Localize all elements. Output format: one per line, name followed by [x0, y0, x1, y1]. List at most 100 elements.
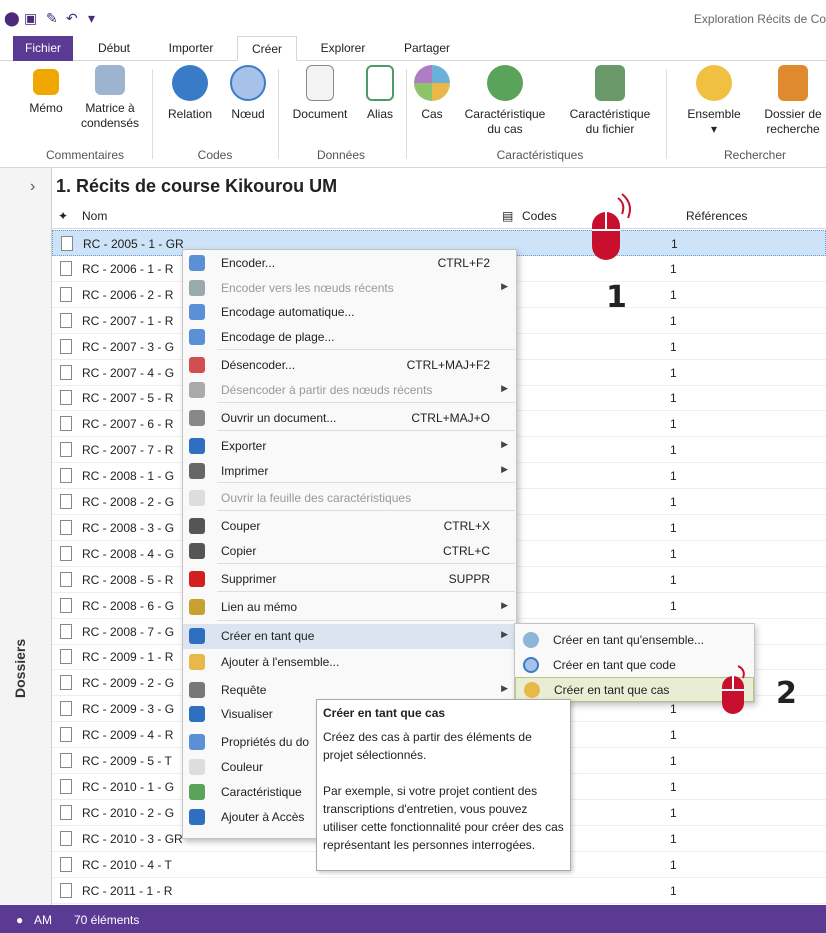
- status-user: AM: [34, 913, 52, 927]
- table-row[interactable]: RC - 2011 - 1 - R 1: [52, 878, 826, 904]
- node-button[interactable]: Nœud: [224, 65, 272, 122]
- sidebar-label[interactable]: Dossiers: [12, 639, 28, 698]
- tab-creer[interactable]: Créer: [237, 36, 297, 61]
- row-name: RC - 2007 - 3 - G: [82, 339, 175, 354]
- context-menu-item[interactable]: Encodage de plage...: [183, 325, 516, 350]
- row-codes-count: 1: [670, 417, 677, 432]
- context-menu-item[interactable]: Ajouter à l'ensemble...: [183, 650, 516, 675]
- context-menu-item[interactable]: Créer en tant que ▶: [183, 624, 516, 649]
- relation-button[interactable]: Relation: [162, 65, 218, 122]
- memo-icon: [33, 69, 59, 95]
- document-icon: [60, 753, 72, 768]
- tab-debut[interactable]: Début: [90, 36, 138, 61]
- document-icon: [60, 804, 72, 820]
- menu-item-label: Exporter: [221, 439, 267, 453]
- search-folder-button[interactable]: Dossier de recherche: [756, 65, 826, 137]
- row-name: RC - 2009 - 5 - T: [82, 754, 172, 768]
- context-menu-item[interactable]: Ouvrir un document... CTRL+MAJ+O: [183, 406, 516, 431]
- status-count: 70 éléments: [74, 913, 140, 927]
- row-name: RC - 2008 - 1 - G: [82, 469, 175, 484]
- document-button[interactable]: Document: [286, 65, 354, 122]
- tab-explorer[interactable]: Explorer: [313, 36, 373, 61]
- case-button[interactable]: Cas: [414, 65, 450, 122]
- context-menu-item[interactable]: Encoder... CTRL+F2: [183, 251, 516, 276]
- save-icon[interactable]: ▣: [24, 10, 37, 27]
- column-header-references[interactable]: Références: [686, 209, 747, 223]
- tab-fichier[interactable]: Fichier: [13, 36, 73, 61]
- app-logo-icon: ⬤: [4, 10, 20, 26]
- row-name: RC - 2008 - 2 - G: [82, 495, 175, 509]
- alias-button[interactable]: Alias: [360, 65, 400, 122]
- document-icon: [60, 778, 72, 794]
- menu-item-icon: [189, 518, 205, 534]
- context-menu-item[interactable]: Désencoder à partir des nœuds récents ▶: [183, 378, 516, 403]
- menu-separator: [217, 349, 515, 350]
- document-icon: [60, 260, 72, 276]
- menu-item-label: Caractéristique: [221, 785, 302, 799]
- memo-button[interactable]: Mémo: [22, 65, 70, 116]
- row-name: RC - 2010 - 3 - GR: [82, 831, 183, 846]
- menu-item-label: Encoder vers les nœuds récents: [221, 281, 394, 295]
- context-menu-item[interactable]: Désencoder... CTRL+MAJ+F2: [183, 353, 516, 378]
- submenu-arrow-icon: ▶: [501, 464, 508, 474]
- quick-access-toolbar: ⬤ ▣ ✎ ↶ ▾ Exploration Récits de Co: [0, 0, 826, 36]
- tooltip-line2: Par exemple, si votre projet contient de…: [323, 784, 564, 852]
- row-codes-count: 1: [670, 857, 677, 872]
- document-icon: [60, 675, 72, 691]
- context-menu-item[interactable]: Encoder vers les nœuds récents ▶: [183, 276, 516, 301]
- case-icon: [524, 682, 540, 698]
- user-icon: ●: [16, 913, 24, 927]
- menu-item-label: Ajouter à Accès: [221, 810, 305, 824]
- codes-column-icon: ▤: [502, 209, 514, 223]
- edit-icon[interactable]: ✎: [46, 10, 58, 27]
- column-header-name[interactable]: Nom: [82, 209, 107, 223]
- context-menu-item[interactable]: Imprimer ▶: [183, 459, 516, 484]
- group-rechercher: Rechercher: [723, 148, 787, 162]
- row-name: RC - 2008 - 5 - R: [82, 572, 174, 587]
- menu-item-icon: [189, 357, 205, 373]
- document-icon: [60, 649, 72, 665]
- row-name: RC - 2006 - 1 - R: [82, 261, 174, 276]
- menu-item-label: Ajouter à l'ensemble...: [221, 655, 340, 669]
- context-menu-item[interactable]: Exporter ▶: [183, 434, 516, 459]
- chevron-right-icon[interactable]: ›: [30, 178, 35, 196]
- context-menu-item[interactable]: Encodage automatique...: [183, 300, 516, 325]
- document-icon: [60, 312, 72, 328]
- menu-item-label: Couper: [221, 519, 261, 533]
- submenu-arrow-icon: ▶: [501, 683, 508, 693]
- menu-item-icon: [189, 410, 205, 426]
- page-title: 1. Récits de course Kikourou UM: [56, 176, 338, 196]
- undo-icon[interactable]: ↶: [66, 10, 78, 27]
- matrix-button[interactable]: Matrice à condensés: [76, 65, 144, 131]
- context-menu-item[interactable]: Couper CTRL+X: [183, 514, 516, 539]
- context-menu-item[interactable]: Supprimer SUPPR: [183, 567, 516, 592]
- row-codes-count: 1: [670, 883, 677, 898]
- context-menu-item[interactable]: Copier CTRL+C: [183, 539, 516, 564]
- context-menu-item[interactable]: Ouvrir la feuille des caractéristiques: [183, 486, 516, 511]
- context-menu-item[interactable]: Lien au mémo ▶: [183, 595, 516, 620]
- row-codes-count: 1: [671, 237, 678, 251]
- menu-item-icon: [189, 654, 205, 670]
- tab-partager[interactable]: Partager: [396, 36, 458, 61]
- column-header-codes[interactable]: Codes: [522, 209, 557, 223]
- set-icon: [696, 65, 732, 101]
- document-icon: [60, 727, 72, 743]
- document-icon: [60, 571, 72, 587]
- case-attribute-button[interactable]: Caractéristique du cas: [458, 65, 552, 137]
- customize-qat-icon[interactable]: ▾: [88, 10, 95, 27]
- tooltip: Créer en tant que cas Créez des cas à pa…: [316, 699, 571, 871]
- ribbon-separator: [406, 69, 407, 159]
- ribbon-separator: [152, 69, 153, 159]
- row-codes-count: 1: [670, 728, 677, 743]
- set-button[interactable]: Ensemble ▾: [682, 65, 746, 137]
- tab-importer[interactable]: Importer: [160, 36, 222, 61]
- pin-icon[interactable]: ✦: [58, 209, 68, 223]
- node-icon: [230, 65, 266, 101]
- case-attribute-icon: [487, 65, 523, 101]
- create-as-set-item[interactable]: Créer en tant qu'ensemble...: [515, 628, 754, 653]
- menu-item-label: Copier: [221, 544, 257, 558]
- mouse-click-icon: [722, 665, 745, 714]
- matrix-icon: [95, 65, 125, 95]
- file-attribute-button[interactable]: Caractéristique du fichier: [562, 65, 658, 137]
- annotation-number-2: 2: [776, 676, 797, 711]
